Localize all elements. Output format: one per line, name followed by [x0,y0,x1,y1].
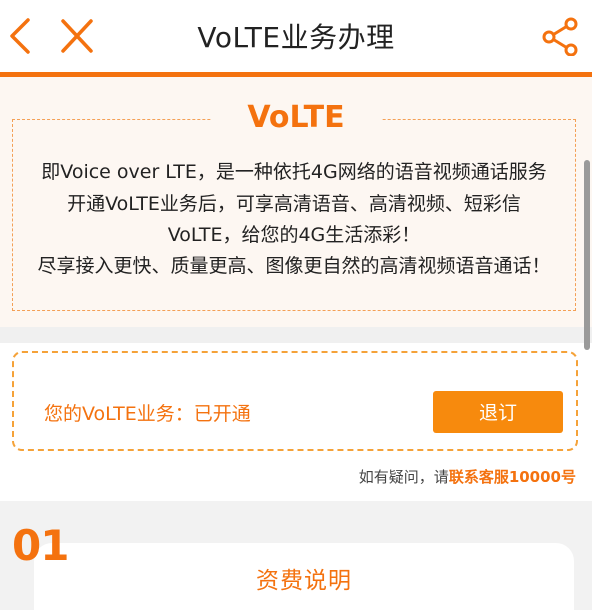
status-section: 您的VoLTE业务：已开通 退订 如有疑问，请联系客服10000号 [0,343,592,501]
intro-line-3: VoLTE，给您的4G生活添彩！ [167,224,421,246]
help-prefix: 如有疑问，请 [358,468,449,486]
share-icon[interactable] [540,16,580,60]
intro-line-4: 尽享接入更快、质量更高、图像更自然的高清视频语音通话！ [37,255,551,277]
section-divider [0,327,592,343]
customer-service-link[interactable]: 联系客服10000号 [449,468,576,486]
fee-title: 资费说明 [256,568,352,594]
scrollbar[interactable] [584,160,590,350]
intro-title: VoLTE [0,100,592,135]
page-title: VoLTE业务办理 [197,21,395,54]
fee-card: 资费说明 [34,543,574,610]
help-line: 如有疑问，请联系客服10000号 [359,466,576,487]
volte-status-text: 您的VoLTE业务：已开通 [44,403,251,425]
page: VoLTE业务办理 VoLTE 即Voice over LTE，是一种依托4G网… [0,0,592,610]
intro-line-1: 即Voice over LTE，是一种依托4G网络的语音视频通话服务 [41,161,547,183]
intro-section: VoLTE 即Voice over LTE，是一种依托4G网络的语音视频通话服务… [0,77,592,327]
intro-title-text: VoLTE [211,100,381,135]
fee-section: 资费说明 01 [0,501,592,610]
unsubscribe-button[interactable]: 退订 [433,391,563,433]
header-bar: VoLTE业务办理 [0,0,592,77]
intro-line-2: 开通VoLTE业务后，可享高清语音、高清视频、短彩信 [67,193,521,215]
status-box: 您的VoLTE业务：已开通 退订 [12,351,578,451]
step-number: 01 [12,521,69,570]
